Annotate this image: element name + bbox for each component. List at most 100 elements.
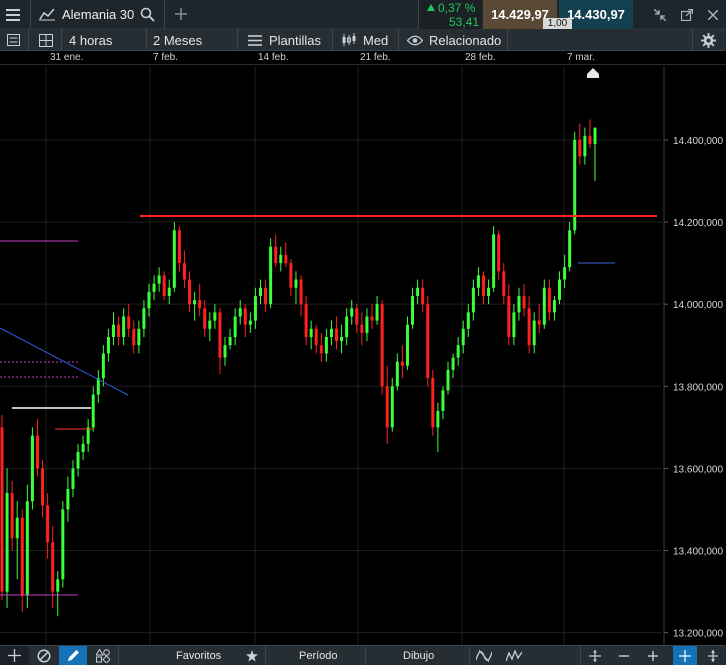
candle-body [578, 139, 582, 157]
candle-body [238, 308, 242, 317]
candle-body [431, 378, 435, 428]
candle-body [558, 279, 562, 301]
candle-body [426, 304, 430, 379]
candle-body [360, 324, 364, 333]
candle-body [25, 501, 29, 596]
candle-body [258, 287, 262, 296]
templates-button[interactable]: Plantillas [269, 33, 321, 48]
drawing-button[interactable]: Dibujo [403, 650, 434, 662]
candle-body [563, 267, 567, 280]
candle-body [35, 435, 39, 469]
candle-body [167, 287, 171, 296]
candle-body [162, 275, 166, 296]
candle-body [30, 435, 34, 502]
candle-body [370, 316, 374, 321]
close-icon[interactable] [704, 6, 722, 24]
shapes-icon[interactable] [89, 646, 117, 665]
candle-body [279, 254, 283, 264]
gear-icon[interactable] [698, 31, 718, 49]
candle-body [76, 452, 80, 469]
candle-body [502, 271, 506, 296]
candle-body [112, 324, 116, 338]
candle-body [350, 308, 354, 317]
period-button[interactable]: Período [299, 650, 338, 662]
candle-body [527, 308, 531, 346]
candle-body [552, 300, 556, 313]
candle-body [41, 468, 45, 506]
move-icon[interactable] [585, 646, 605, 665]
instrument-name[interactable]: Alemania 30 [62, 7, 134, 22]
candle-body [380, 304, 384, 387]
y-tick-label: 14.200,000 [673, 218, 723, 229]
candle-body [66, 488, 70, 510]
candle-body [405, 324, 409, 366]
collapse-icon[interactable] [651, 6, 669, 24]
candle-body [243, 308, 247, 325]
candle-body [132, 328, 136, 346]
candle-body [20, 517, 24, 596]
external-window-icon[interactable] [678, 6, 696, 24]
zigzag-indicator-icon[interactable] [502, 646, 526, 665]
y-tick-label: 13.200,000 [673, 629, 723, 640]
date-label: 7 mar. [567, 52, 595, 63]
eye-icon [406, 32, 424, 48]
candle-body [436, 410, 440, 428]
candle-body [81, 443, 85, 452]
zoom-out-icon[interactable] [614, 646, 634, 665]
favorites-button[interactable]: Favoritos [176, 650, 221, 662]
candle-body [172, 230, 176, 288]
candle-body [340, 337, 344, 342]
expand-icon[interactable] [702, 646, 724, 665]
candle-body [15, 517, 19, 539]
candle-body [71, 468, 75, 489]
candle-body [451, 357, 455, 370]
menu-icon[interactable] [2, 4, 24, 26]
candle-body [421, 287, 425, 305]
price-chart[interactable]: 14.400,000 14.200,000 14.000,000 13.800,000… [0, 66, 726, 645]
star-icon[interactable] [244, 647, 260, 664]
candle-body [106, 337, 110, 354]
candle-body [319, 345, 323, 354]
candle-body [466, 312, 470, 329]
candle-body [522, 295, 526, 309]
candle-body [309, 328, 313, 338]
search-icon[interactable] [137, 4, 157, 24]
chart-toolbar: 4 horas 2 Meses Plantillas Med Relaciona… [0, 29, 726, 51]
related-button[interactable]: Relacionado [429, 33, 501, 48]
candle-body [0, 427, 4, 592]
candle-body [314, 328, 318, 346]
candle-body [51, 542, 55, 592]
no-drawing-icon[interactable] [31, 646, 57, 665]
range-select[interactable]: 2 Meses [153, 33, 202, 48]
crosshair-icon[interactable] [0, 646, 29, 665]
date-label: 14 feb. [258, 52, 289, 63]
candle-body [395, 361, 399, 387]
candle-body [532, 320, 536, 346]
interval-select[interactable]: 4 horas [69, 33, 112, 48]
candle-body [157, 275, 161, 284]
candle-body [269, 246, 273, 305]
candle-body [56, 579, 60, 592]
candle-body [208, 320, 212, 329]
zoom-in-icon[interactable] [643, 646, 663, 665]
grid-layout-icon[interactable] [36, 31, 56, 49]
cursor-cross-icon[interactable] [673, 646, 697, 665]
candle-body [193, 300, 197, 305]
list-icon[interactable] [3, 31, 23, 49]
date-label: 7 feb. [153, 52, 179, 63]
candle-body [568, 230, 572, 268]
candle-body [101, 353, 105, 379]
candle-body [5, 493, 9, 592]
candle-body [228, 337, 232, 346]
candle-body [471, 287, 475, 313]
candle-body [248, 320, 252, 325]
y-tick-label: 13.400,000 [673, 547, 723, 558]
add-tab-icon[interactable] [172, 5, 190, 23]
candle-body [10, 493, 14, 539]
candle-body [218, 312, 222, 358]
candle-body [390, 386, 394, 428]
chart-style-select[interactable]: Med [363, 33, 388, 48]
candle-body [461, 328, 465, 346]
wave-indicator-icon[interactable] [472, 646, 496, 665]
pencil-icon[interactable] [59, 646, 87, 665]
